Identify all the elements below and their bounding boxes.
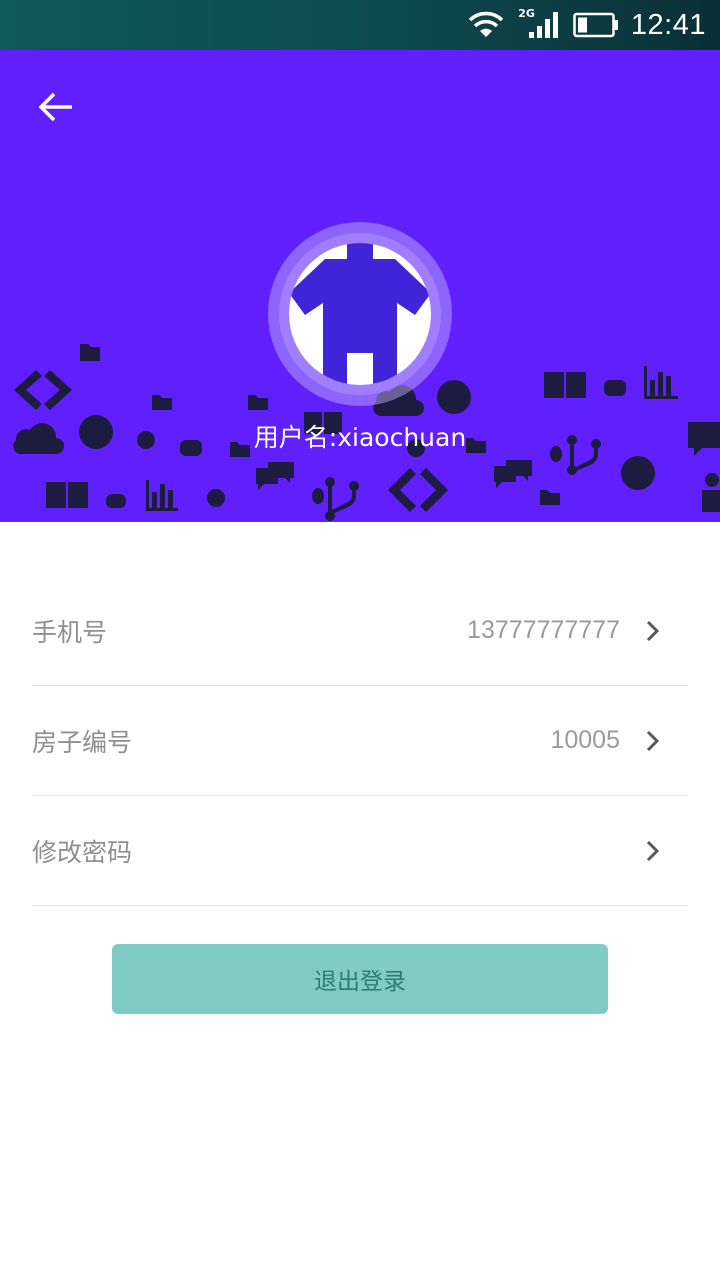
list-item-right: 13777777777 bbox=[467, 616, 688, 645]
list-item-label: 房子编号 bbox=[32, 727, 133, 757]
list-item-change-password[interactable]: 修改密码 bbox=[32, 796, 688, 906]
profile-header: 用户名:xiaochuan bbox=[0, 50, 720, 522]
logout-button[interactable]: 退出登录 bbox=[112, 944, 608, 1014]
arrow-left-icon bbox=[38, 92, 72, 122]
battery-icon bbox=[573, 12, 619, 38]
username-label: 用户名:xiaochuan bbox=[253, 423, 467, 452]
chevron-right-icon bbox=[646, 840, 660, 861]
list-item-right bbox=[620, 837, 688, 865]
house-number-value: 10005 bbox=[550, 726, 620, 754]
list-item-label: 手机号 bbox=[32, 617, 108, 647]
avatar[interactable] bbox=[289, 243, 431, 385]
avatar-image bbox=[289, 243, 431, 385]
chevron-right-icon bbox=[646, 730, 660, 751]
network-type-label: 2G bbox=[518, 6, 535, 20]
list-item-house-number[interactable]: 房子编号 10005 bbox=[32, 686, 688, 796]
back-button[interactable] bbox=[30, 85, 82, 129]
status-bar: 2G 12:41 bbox=[0, 0, 720, 50]
list-item-phone[interactable]: 手机号 13777777777 bbox=[32, 576, 688, 686]
phone-value: 13777777777 bbox=[467, 616, 620, 644]
signal-icon: 2G bbox=[518, 6, 561, 40]
profile-list: 手机号 13777777777 房子编号 10005 修改密码 bbox=[32, 576, 688, 906]
chevron-right-icon bbox=[646, 620, 660, 641]
list-item-right: 10005 bbox=[550, 726, 688, 755]
wifi-icon bbox=[466, 10, 506, 40]
list-item-label: 修改密码 bbox=[32, 837, 133, 867]
status-time: 12:41 bbox=[630, 8, 706, 41]
